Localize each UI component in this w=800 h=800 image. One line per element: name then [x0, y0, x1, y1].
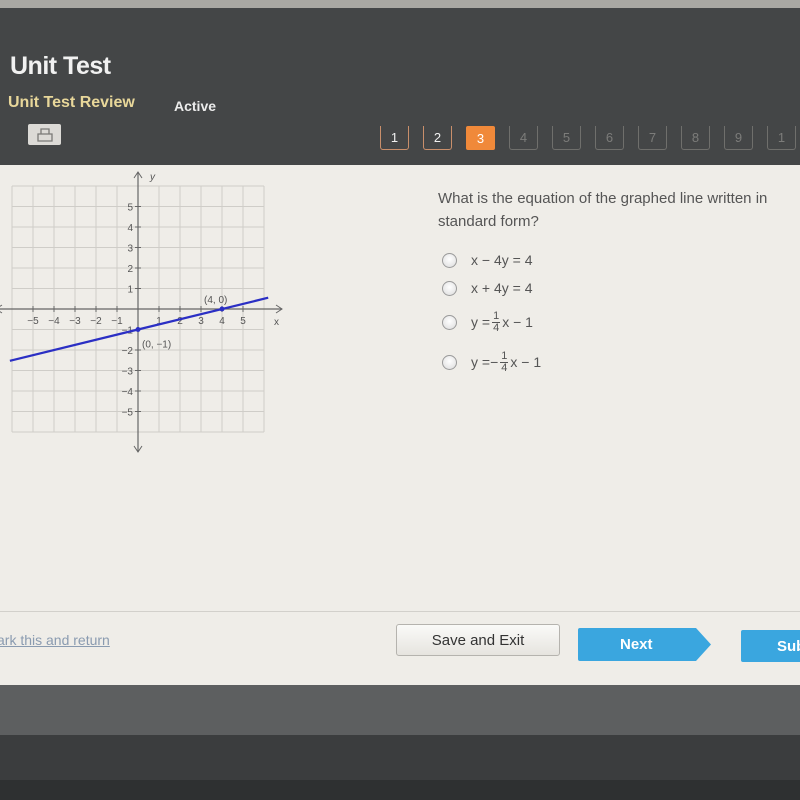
screen-bezel: [0, 685, 800, 735]
question-nav-item-9[interactable]: 9: [724, 126, 753, 150]
question-nav-item-2[interactable]: 2: [423, 126, 452, 150]
eq-suffix: x − 1: [502, 314, 533, 330]
choice-label: x + 4y = 4: [471, 280, 533, 296]
print-button[interactable]: [28, 124, 61, 145]
y-tick-label: −2: [122, 346, 134, 357]
mark-and-return-link[interactable]: ark this and return: [0, 632, 110, 648]
question-nav-item-10[interactable]: 1: [767, 126, 796, 150]
x-tick-label: −4: [48, 316, 60, 327]
choice-2[interactable]: x + 4y = 4: [442, 274, 541, 302]
status-label: Active: [174, 98, 217, 114]
save-and-exit-button[interactable]: Save and Exit: [396, 624, 560, 656]
question-navigator: 1234567891: [380, 126, 796, 150]
radio-button[interactable]: [442, 354, 457, 370]
y-tick-label: 1: [127, 285, 133, 296]
numerator: 1: [492, 309, 501, 323]
y-axis-label: y: [149, 172, 156, 183]
question-nav-item-4[interactable]: 4: [509, 126, 538, 150]
x-tick-label: −2: [90, 316, 102, 327]
y-tick-label: 2: [127, 264, 133, 275]
radio-button[interactable]: [442, 252, 457, 268]
y-tick-label: −5: [122, 408, 134, 419]
x-tick-label: 4: [219, 316, 225, 327]
page-title: Unit Test: [10, 52, 111, 80]
choice-label: y = − 1 4 x − 1: [471, 349, 542, 374]
fraction: 1 4: [492, 309, 501, 334]
question-line-2: standard form?: [438, 213, 539, 230]
x-tick-label: −5: [27, 316, 39, 327]
radio-button[interactable]: [442, 280, 457, 296]
question-nav-item-7[interactable]: 7: [638, 126, 667, 150]
choice-label: x − 4y = 4: [471, 252, 533, 268]
choice-label: y = 1 4 x − 1: [471, 309, 533, 334]
fraction: 1 4: [500, 349, 509, 374]
eq-sign: −: [490, 354, 499, 370]
graph-point: [135, 327, 141, 332]
question-text: What is the equation of the graphed line…: [438, 187, 800, 233]
next-label: Next: [620, 636, 653, 653]
test-subtitle: Unit Test Review: [8, 94, 135, 111]
x-tick-label: −3: [69, 316, 81, 327]
x-tick-label: 5: [240, 316, 246, 327]
denominator: 4: [501, 361, 508, 374]
point-label: (4, 0): [204, 295, 227, 306]
laptop-edge: [0, 780, 800, 800]
eq-prefix: y =: [471, 314, 491, 330]
question-line-1: What is the equation of the graphed line…: [438, 190, 768, 207]
x-axis-label: x: [274, 317, 279, 328]
x-tick-label: 3: [198, 316, 204, 327]
question-panel: −5−4−3−2−11234554321−1−2−3−4−5xy(4, 0)(0…: [0, 165, 800, 685]
eq-suffix: x − 1: [510, 354, 542, 370]
window-top-strip: [0, 0, 800, 8]
footer-divider: [0, 611, 800, 612]
numerator: 1: [500, 349, 509, 363]
question-nav-item-1[interactable]: 1: [380, 126, 409, 150]
printer-icon: [36, 127, 53, 142]
y-tick-label: 3: [127, 244, 133, 255]
radio-button[interactable]: [442, 314, 457, 330]
question-nav-item-6[interactable]: 6: [595, 126, 624, 150]
y-tick-label: −3: [122, 367, 134, 378]
choice-3[interactable]: y = 1 4 x − 1: [442, 302, 541, 342]
y-tick-label: 5: [127, 203, 133, 214]
denominator: 4: [493, 321, 500, 334]
choice-1[interactable]: x − 4y = 4: [442, 246, 541, 274]
graph-point: [219, 306, 225, 312]
question-nav-item-3[interactable]: 3: [466, 126, 495, 150]
next-button[interactable]: Next: [578, 628, 711, 661]
question-nav-item-5[interactable]: 5: [552, 126, 581, 150]
y-tick-label: 4: [127, 223, 133, 234]
point-label: (0, −1): [142, 340, 171, 351]
choice-4[interactable]: y = − 1 4 x − 1: [442, 342, 541, 382]
submit-button[interactable]: Sub: [741, 630, 800, 662]
answer-choices: x − 4y = 4 x + 4y = 4 y = 1 4 x − 1 y = …: [442, 246, 541, 382]
question-nav-item-8[interactable]: 8: [681, 126, 710, 150]
coordinate-graph: −5−4−3−2−11234554321−1−2−3−4−5xy(4, 0)(0…: [0, 171, 283, 453]
eq-prefix: y =: [471, 354, 491, 370]
y-tick-label: −4: [122, 387, 134, 398]
